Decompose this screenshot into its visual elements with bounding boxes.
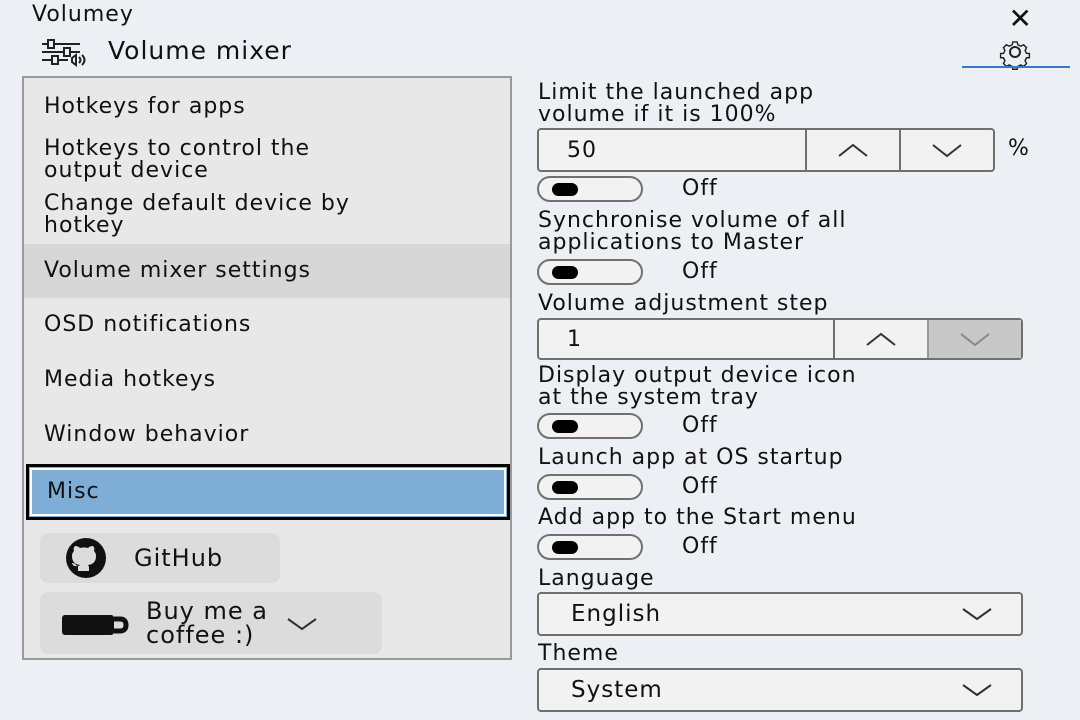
startup-label: Launch app at OS startup [538,445,844,470]
sidebar-item-media-hotkeys[interactable]: Media hotkeys [24,369,510,403]
increment-button[interactable] [833,320,927,358]
theme-select[interactable]: System [537,668,1023,712]
toggle-knob [552,420,578,433]
coffee-label-line1: Buy me a [146,597,268,625]
sidebar-item-default-device[interactable]: Change default device by hotkey [24,193,510,243]
toggle-knob [552,481,578,494]
chevron-down-icon [287,618,317,631]
chevron-down-icon [962,608,992,621]
chevron-down-icon [962,684,992,697]
start-menu-toggle-state: Off [682,534,718,559]
sidebar-item-label: output device [44,158,209,183]
sliders-icon [42,39,86,67]
sidebar-item-misc[interactable]: Misc [26,464,510,520]
buy-coffee-button[interactable]: Buy me a coffee :) [40,592,382,654]
chevron-down-icon [932,144,962,158]
language-value: English [571,601,662,627]
sidebar-item-label: hotkey [44,213,125,238]
volume-step-stepper[interactable]: 1 [537,318,1023,360]
volume-step-label: Volume adjustment step [538,291,829,316]
sidebar-item-label: OSD notifications [44,312,252,337]
close-button[interactable]: ✕ [1009,2,1032,35]
tray-icon-toggle-state: Off [682,413,718,438]
limit-volume-label: Limit the launched app volume if it is 1… [538,82,814,126]
page-title: Volume mixer [108,36,292,65]
sidebar-item-label: Window behavior [44,422,250,447]
github-button[interactable]: GitHub [40,533,280,583]
toggle-knob [552,266,578,279]
percent-unit: % [1008,136,1029,161]
sync-volume-label-line1: Synchronise volume of all [538,208,847,233]
coffee-label-line2: coffee :) [146,621,255,649]
settings-tab-indicator [962,66,1070,68]
sync-volume-toggle[interactable] [537,259,643,285]
startup-toggle[interactable] [537,474,643,500]
sidebar-item-volume-mixer-settings[interactable]: Volume mixer settings [24,244,510,298]
increment-button[interactable] [805,130,899,170]
limit-volume-toggle-state: Off [682,176,718,201]
theme-value: System [571,677,663,703]
language-select[interactable]: English [537,592,1023,636]
toggle-knob [552,541,578,554]
toggle-knob [552,183,578,196]
startup-toggle-state: Off [682,474,718,499]
sync-volume-label: Synchronise volume of all applications t… [538,210,846,254]
limit-volume-value[interactable]: 50 [539,130,805,170]
sidebar: Hotkeys for apps Hotkeys to control the … [22,76,512,660]
volume-step-value[interactable]: 1 [539,320,833,358]
tray-icon-label-line1: Display output device icon [538,363,857,388]
sidebar-item-hotkeys-for-apps[interactable]: Hotkeys for apps [24,96,510,130]
coffee-cup-icon [62,615,129,635]
start-menu-label: Add app to the Start menu [538,505,857,530]
github-icon [66,538,106,578]
decrement-button[interactable] [899,130,993,170]
start-menu-toggle[interactable] [537,534,643,560]
decrement-button[interactable] [927,320,1021,358]
chevron-up-icon [866,332,896,346]
tray-icon-label-line2: at the system tray [538,385,759,410]
sync-volume-label-line2: applications to Master [538,230,805,255]
sidebar-item-label: Volume mixer settings [44,258,312,283]
sidebar-item-label: Hotkeys to control the [44,136,311,161]
language-label: Language [538,566,655,591]
limit-volume-label-line2: volume if it is 100% [538,102,777,127]
sidebar-item-label: Change default device by [44,191,350,216]
gear-icon[interactable] [990,36,1040,70]
sidebar-item-output-device-hotkeys[interactable]: Hotkeys to control the output device [24,138,510,186]
limit-volume-label-line1: Limit the launched app [538,80,815,105]
sidebar-item-osd-notifications[interactable]: OSD notifications [24,314,510,348]
limit-volume-stepper[interactable]: 50 [537,128,995,172]
chevron-down-icon [960,333,990,347]
tray-icon-toggle[interactable] [537,413,643,439]
sidebar-item-label: Misc [47,479,100,504]
chevron-up-icon [838,143,868,157]
window-title: Volumey [32,2,134,27]
sync-volume-toggle-state: Off [682,259,718,284]
sidebar-item-window-behavior[interactable]: Window behavior [24,424,510,458]
limit-volume-toggle[interactable] [537,176,643,202]
tray-icon-label: Display output device icon at the system… [538,365,857,409]
sidebar-item-label: Media hotkeys [44,367,217,392]
theme-label: Theme [538,641,619,666]
sidebar-item-label: Hotkeys for apps [44,94,246,119]
github-label: GitHub [134,544,224,572]
